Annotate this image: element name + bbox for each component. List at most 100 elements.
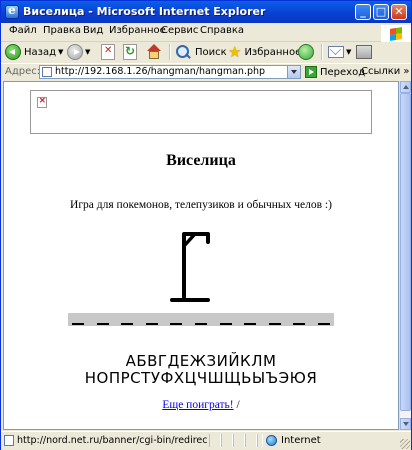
letter-Ъ[interactable]: Ъ [266, 369, 279, 387]
letter-С[interactable]: С [130, 369, 141, 387]
search-icon [175, 44, 193, 60]
page-icon [42, 67, 52, 77]
letter-Ю[interactable]: Ю [290, 369, 307, 387]
home-button[interactable] [146, 42, 162, 62]
letter-Х[interactable]: Х [174, 369, 185, 387]
menu-bar: Файл Правка Вид Избранное Сервис Справка [1, 23, 411, 43]
play-again-suffix: / [233, 399, 240, 411]
search-button[interactable]: Поиск [175, 42, 227, 62]
links-button[interactable]: Ссылки [361, 66, 409, 77]
menu-help[interactable]: Справка [200, 25, 244, 36]
menu-view[interactable]: Вид [83, 25, 103, 36]
letter-Ь[interactable]: Ь [241, 369, 252, 387]
stop-button[interactable] [101, 42, 115, 62]
letter-Щ[interactable]: Щ [224, 369, 241, 387]
security-zone: Internet [266, 435, 321, 446]
letter-А[interactable]: А [126, 352, 137, 370]
forward-dropdown-icon[interactable]: ▼ [85, 48, 90, 56]
close-button[interactable]: ✕ [391, 4, 407, 20]
refresh-button[interactable] [123, 42, 137, 62]
letter-Н[interactable]: Н [85, 369, 97, 387]
letter-В[interactable]: В [147, 352, 158, 370]
play-again-line: Еще поиграть! / [4, 399, 398, 411]
letter-Я[interactable]: Я [306, 369, 317, 387]
letter-Э[interactable]: Э [279, 369, 290, 387]
alphabet-row-2: НОПРСТУФХЦЧШЩЬЫЪЭЮЯ [4, 369, 398, 387]
menu-file[interactable]: Файл [9, 25, 37, 36]
status-cell [257, 434, 263, 447]
windows-logo-icon [381, 25, 411, 43]
letter-slot [244, 323, 257, 325]
alphabet-row-1: АБВГДЕЖЗИЙКЛМ [4, 352, 398, 370]
maximize-button[interactable]: □ [373, 4, 389, 20]
menu-favorites[interactable]: Избранное [109, 25, 166, 36]
favorites-button[interactable]: ★ Избранное [228, 42, 301, 62]
banner-frame[interactable] [30, 90, 372, 134]
mail-button[interactable]: ▼ [328, 42, 351, 62]
globe-icon [266, 435, 277, 446]
home-icon [146, 44, 162, 60]
letter-Ч[interactable]: Ч [197, 369, 208, 387]
mail-dropdown-icon[interactable]: ▼ [346, 48, 351, 56]
refresh-icon [123, 44, 137, 60]
letter-slot [268, 323, 281, 325]
search-label: Поиск [195, 46, 227, 58]
letter-Д[interactable]: Д [168, 352, 180, 370]
letter-Л[interactable]: Л [251, 352, 263, 370]
status-cell [245, 434, 257, 447]
toolbar-separator [169, 44, 171, 60]
address-input[interactable]: http://192.168.1.26/hangman/hangman.php [39, 65, 301, 79]
forward-button[interactable]: ▼ [67, 42, 90, 62]
letter-К[interactable]: К [240, 352, 251, 370]
letter-О[interactable]: О [97, 369, 109, 387]
scroll-down-button[interactable] [400, 418, 411, 430]
back-arrow-icon [5, 44, 21, 60]
print-button[interactable] [356, 42, 372, 62]
resize-grip[interactable] [400, 439, 410, 449]
page-subtitle: Игра для покемонов, телепузиков и обычны… [70, 199, 332, 211]
letter-Й[interactable]: Й [228, 352, 240, 370]
letter-Ж[interactable]: Ж [190, 352, 207, 370]
go-button[interactable]: Переход [305, 65, 365, 79]
letter-Г[interactable]: Г [158, 352, 168, 370]
address-label: Адрес: [5, 66, 41, 77]
letter-slot [72, 323, 84, 325]
broken-image-icon [37, 96, 47, 108]
letter-Т[interactable]: Т [141, 369, 151, 387]
address-dropdown-icon[interactable] [287, 66, 300, 78]
hidden-word [68, 313, 334, 326]
gallows-drawing [170, 232, 210, 302]
page-content: Виселица Игра для покемонов, телепузиков… [3, 81, 399, 430]
scroll-thumb[interactable] [400, 93, 411, 411]
letter-Ш[interactable]: Ш [208, 369, 225, 387]
back-dropdown-icon[interactable]: ▼ [58, 48, 63, 56]
media-button[interactable] [298, 42, 314, 62]
letter-slot [121, 323, 134, 325]
title-bar[interactable]: Виселица - Microsoft Internet Explorer _… [1, 1, 411, 23]
letter-Ц[interactable]: Ц [185, 369, 197, 387]
status-cell [221, 434, 233, 447]
letter-Б[interactable]: Б [136, 352, 147, 370]
menu-tools[interactable]: Сервис [161, 25, 198, 36]
printer-icon [356, 45, 372, 59]
scroll-up-button[interactable] [400, 81, 411, 93]
letter-Ы[interactable]: Ы [252, 369, 266, 387]
back-button[interactable]: Назад ▼ [5, 42, 63, 62]
letter-М[interactable]: М [263, 352, 276, 370]
letter-П[interactable]: П [109, 369, 121, 387]
letter-И[interactable]: И [217, 352, 229, 370]
address-url[interactable]: http://192.168.1.26/hangman/hangman.php [55, 66, 265, 77]
forward-arrow-icon [67, 44, 83, 60]
letter-Р[interactable]: Р [121, 369, 131, 387]
window-title: Виселица - Microsoft Internet Explorer [23, 5, 266, 18]
menu-edit[interactable]: Правка [43, 25, 81, 36]
status-text: http://nord.net.ru/banner/cgi-bin/redire… [17, 435, 207, 446]
letter-З[interactable]: З [206, 352, 216, 370]
status-cell [233, 434, 245, 447]
vertical-scrollbar[interactable] [399, 81, 411, 430]
play-again-link[interactable]: Еще поиграть! [162, 399, 233, 411]
letter-Е[interactable]: Е [180, 352, 190, 370]
letter-slot [195, 323, 207, 325]
letter-Ф[interactable]: Ф [160, 369, 173, 387]
minimize-button[interactable]: _ [355, 4, 371, 20]
